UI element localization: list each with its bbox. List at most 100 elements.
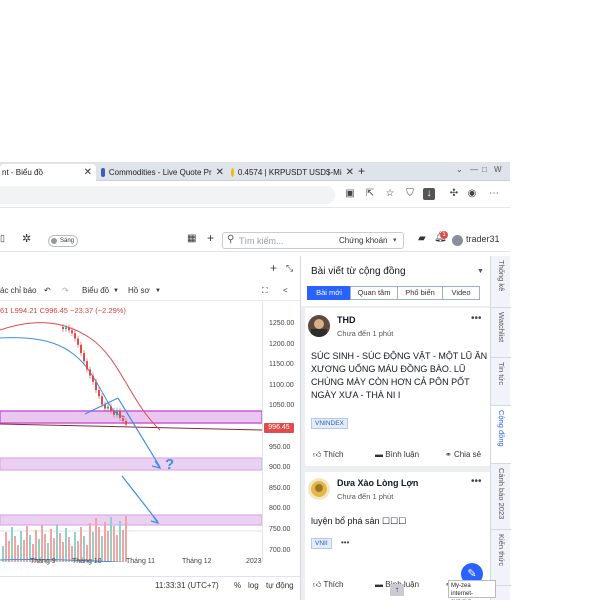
- volume-bar: [122, 530, 124, 562]
- tab-following[interactable]: Quan tâm: [350, 286, 398, 300]
- share-icon[interactable]: ⇱: [364, 188, 376, 200]
- tab-search-icon[interactable]: ⌄: [456, 165, 463, 174]
- volume-bar: [113, 526, 115, 562]
- maximize-icon[interactable]: □: [482, 165, 487, 174]
- address-bar[interactable]: [0, 186, 335, 204]
- side-tab-stats[interactable]: Thống kê: [491, 256, 511, 308]
- volume-bar: [95, 518, 97, 562]
- account-icon[interactable]: ◉: [466, 188, 478, 200]
- avatar[interactable]: [308, 315, 330, 337]
- chart-bottom-bar: 11:33:31 (UTC+7) % log tự động: [0, 576, 300, 594]
- side-tab-community[interactable]: Cộng đồng: [491, 406, 511, 464]
- chart-area[interactable]: + ⤡ ác chỉ báo ↶ ↷ Biểu đồ ▼ Hồ sơ ▼ ⛶ <…: [0, 256, 300, 596]
- undo-icon[interactable]: ↶: [44, 286, 51, 295]
- like-label: Thích: [323, 450, 344, 459]
- browser-tab-commodities[interactable]: Commodities - Live Quote Pr ✕: [98, 164, 224, 181]
- extension-icon[interactable]: ▣: [344, 188, 356, 200]
- minimize-icon[interactable]: —: [470, 165, 478, 174]
- close-icon[interactable]: ✕: [346, 167, 354, 178]
- more-options-icon[interactable]: •••: [341, 538, 349, 547]
- post-author[interactable]: THD: [337, 315, 356, 325]
- chart-toolbar-row: ác chỉ báo ↶ ↷ Biểu đồ ▼ Hồ sơ ▼ ⛶ <: [0, 283, 300, 301]
- more-options-icon[interactable]: •••: [471, 313, 482, 324]
- more-options-icon[interactable]: •••: [471, 476, 482, 487]
- add-icon[interactable]: +: [207, 231, 214, 245]
- post-author[interactable]: Dưa Xào Lòng Lợn: [337, 478, 418, 488]
- fullscreen-icon[interactable]: ⛶: [262, 286, 268, 296]
- browser-tab-chart[interactable]: nt - Biểu đồ ✕: [0, 164, 96, 181]
- chevron-down-icon[interactable]: ▼: [113, 288, 119, 294]
- collapse-icon[interactable]: ⤡: [286, 263, 293, 274]
- tab-video[interactable]: Video: [442, 286, 480, 300]
- side-tab-watchlist[interactable]: Watchlist: [491, 308, 511, 358]
- side-tab-alerts[interactable]: Cảnh báo 2023: [491, 464, 511, 530]
- indicators-button[interactable]: ác chỉ báo: [0, 286, 36, 295]
- browser-tab-strip: nt - Biểu đồ ✕ Commodities - Live Quote …: [0, 162, 510, 181]
- market-select[interactable]: Chứng khoán: [339, 236, 388, 245]
- band-middle: [0, 457, 262, 471]
- shield-icon[interactable]: ⛉: [404, 188, 416, 200]
- post-tag[interactable]: VNINDEX: [311, 418, 348, 429]
- tab-newest[interactable]: Bài mới: [307, 286, 351, 300]
- light-mode-toggle[interactable]: Sáng: [48, 235, 78, 247]
- binance-favicon-icon: [231, 168, 234, 177]
- download-icon[interactable]: ↓: [423, 188, 435, 200]
- arrow-upper-down: [117, 397, 161, 468]
- chart-menu-button[interactable]: Biểu đồ: [82, 286, 109, 295]
- post-time: Chưa đến 1 phút: [337, 492, 394, 501]
- close-icon[interactable]: ✕: [84, 167, 92, 178]
- add-icon[interactable]: +: [270, 261, 277, 275]
- search-input[interactable]: [239, 235, 335, 247]
- post-tag[interactable]: VNII: [311, 538, 332, 549]
- price-tick-label: 1050.00: [269, 402, 295, 410]
- chevron-down-icon[interactable]: ▾: [393, 236, 397, 244]
- avatar[interactable]: [452, 235, 463, 246]
- like-button[interactable]: 👍︎ Thích: [313, 580, 343, 590]
- log-toggle[interactable]: log: [248, 581, 259, 590]
- commodities-favicon-icon: [101, 168, 105, 177]
- clock-time[interactable]: 11:33:31 (UTC+7): [155, 581, 219, 590]
- redo-icon[interactable]: ↷: [62, 286, 69, 295]
- side-tab-label: Watchlist: [497, 312, 506, 343]
- new-tab-button[interactable]: +: [358, 164, 365, 178]
- price-tick-label: 950.00: [269, 443, 291, 451]
- price-chart[interactable]: ?: [0, 302, 262, 562]
- notification-badge: 1: [440, 231, 448, 239]
- avatar[interactable]: [308, 478, 330, 500]
- tab-popular[interactable]: Phổ biến: [397, 286, 443, 300]
- side-tab-news[interactable]: Tin tức: [491, 358, 511, 406]
- browser-address-row: ▣ ⇱ ☆ ⛉ ↓ ✣ ◉ ⋯: [0, 182, 510, 208]
- layout-grid-icon[interactable]: ▦: [187, 233, 196, 244]
- tooltip: My-zea internet-surveys: [448, 580, 496, 600]
- post-card[interactable]: THD Chưa đến 1 phút ••• SÚC SINH - SÚC Đ…: [305, 308, 491, 466]
- time-tick-label: 2023: [246, 558, 262, 565]
- auto-toggle[interactable]: tự động: [266, 581, 294, 590]
- screenshot-icon[interactable]: ▯: [0, 233, 5, 244]
- band-lower: [0, 514, 262, 526]
- avatar-image-icon: [311, 319, 327, 337]
- volume-bar: [98, 527, 100, 562]
- percent-toggle[interactable]: %: [234, 581, 241, 590]
- browser-tab-krpusdt[interactable]: 0.4574 | KRPUSDT USD$-Mi ✕: [228, 164, 354, 181]
- puzzle-icon[interactable]: ✣: [448, 188, 460, 200]
- comment-button[interactable]: ▬ Bình luận: [375, 450, 419, 459]
- close-icon[interactable]: ✕: [216, 167, 224, 178]
- chat-icon[interactable]: ▰: [418, 233, 426, 244]
- volume-bar: [56, 524, 58, 562]
- menu-icon[interactable]: ⋯: [488, 188, 500, 200]
- chevron-down-icon[interactable]: ▼: [477, 268, 484, 275]
- profile-menu-button[interactable]: Hồ sơ: [128, 286, 150, 295]
- price-tick-label: 850.00: [269, 484, 291, 492]
- share-button[interactable]: ⚭ Chia sẻ: [445, 450, 481, 459]
- profile-icon[interactable]: W: [494, 165, 502, 174]
- bookmark-icon[interactable]: ☆: [384, 188, 396, 200]
- username[interactable]: trader31: [466, 234, 500, 244]
- scroll-down-button[interactable]: ↑: [390, 584, 404, 596]
- current-price-badge: 996.45: [264, 423, 294, 434]
- time-tick-label: Tháng 9: [30, 558, 56, 565]
- gear-icon[interactable]: ✲: [22, 232, 31, 245]
- share-icon[interactable]: <: [283, 286, 288, 295]
- like-button[interactable]: 👍︎ Thích: [313, 450, 343, 460]
- side-tab-knowledge[interactable]: Kiến thức: [491, 530, 511, 586]
- chevron-down-icon[interactable]: ▼: [155, 288, 161, 294]
